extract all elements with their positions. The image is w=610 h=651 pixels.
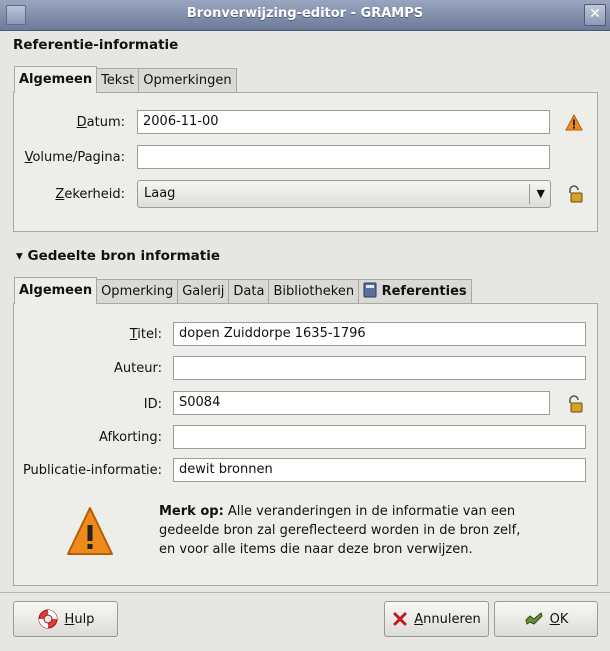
confidence-select[interactable]: Laag ▼ xyxy=(137,180,551,208)
publication-field[interactable]: dewit bronnen xyxy=(173,458,586,482)
author-field[interactable] xyxy=(173,356,586,380)
confidence-value: Laag xyxy=(144,186,176,201)
source-tabs: Algemeen Opmerking Galerij Data Biblioth… xyxy=(14,277,472,304)
help-button-label: Hulp xyxy=(64,611,95,627)
expander-icon: ▾ xyxy=(16,248,23,264)
cancel-button[interactable]: Annuleren xyxy=(384,601,489,637)
id-field[interactable]: S0084 xyxy=(173,391,550,415)
tab-reference-notes[interactable]: Opmerkingen xyxy=(138,68,237,93)
chevron-down-icon: ▼ xyxy=(536,187,545,200)
title-label: Titel: xyxy=(129,327,162,342)
cancel-button-label: Annuleren xyxy=(414,611,481,627)
reference-section-title: Referentie-informatie xyxy=(13,37,179,53)
ok-hand-icon xyxy=(525,612,543,625)
tab-reference-general[interactable]: Algemeen xyxy=(14,66,98,93)
lifebuoy-icon xyxy=(38,609,58,629)
references-book-icon xyxy=(363,282,377,298)
ok-button-label: OK xyxy=(549,611,569,627)
tab-source-repositories[interactable]: Bibliotheken xyxy=(268,279,360,304)
date-field[interactable]: 2006-11-00 xyxy=(137,110,550,134)
confidence-label: Zekerheid: xyxy=(55,187,125,202)
abbreviation-label: Afkorting: xyxy=(99,430,162,445)
author-label: Auteur: xyxy=(114,361,162,376)
id-lock-icon[interactable] xyxy=(567,395,583,413)
window-title: Bronverwijzing-editor - GRAMPS xyxy=(186,6,424,21)
cancel-x-icon xyxy=(393,612,407,626)
tab-source-data[interactable]: Data xyxy=(228,279,270,304)
help-button[interactable]: Hulp xyxy=(13,601,118,637)
tab-reference-text[interactable]: Tekst xyxy=(96,68,140,93)
window-titlebar[interactable]: Bronverwijzing-editor - GRAMPS ✕ xyxy=(0,0,610,31)
date-warning-icon xyxy=(565,114,583,131)
volume-page-field[interactable] xyxy=(137,145,550,169)
tab-source-gallery[interactable]: Galerij xyxy=(177,279,230,304)
reference-tabs: Algemeen Tekst Opmerkingen xyxy=(14,66,237,93)
abbreviation-field[interactable] xyxy=(173,425,586,449)
shared-source-note: Merk op: Alle veranderingen in de inform… xyxy=(159,504,521,557)
close-button[interactable]: ✕ xyxy=(584,4,606,26)
warning-icon xyxy=(67,507,113,555)
id-label: ID: xyxy=(143,397,162,412)
date-label: Datum: xyxy=(76,115,125,130)
button-separator xyxy=(0,592,610,593)
volume-label: Volume/Pagina: xyxy=(24,150,125,165)
source-section-header[interactable]: ▾ Gedeelte bron informatie xyxy=(16,248,220,264)
tab-source-general[interactable]: Algemeen xyxy=(14,277,98,304)
confidence-lock-icon[interactable] xyxy=(567,185,583,203)
title-field[interactable]: dopen Zuiddorpe 1635-1796 xyxy=(173,322,586,346)
tab-source-references[interactable]: Referenties xyxy=(358,279,472,304)
ok-button[interactable]: OK xyxy=(494,601,598,637)
publication-label: Publicatie-informatie: xyxy=(22,463,162,478)
tab-source-note[interactable]: Opmerking xyxy=(96,279,179,304)
